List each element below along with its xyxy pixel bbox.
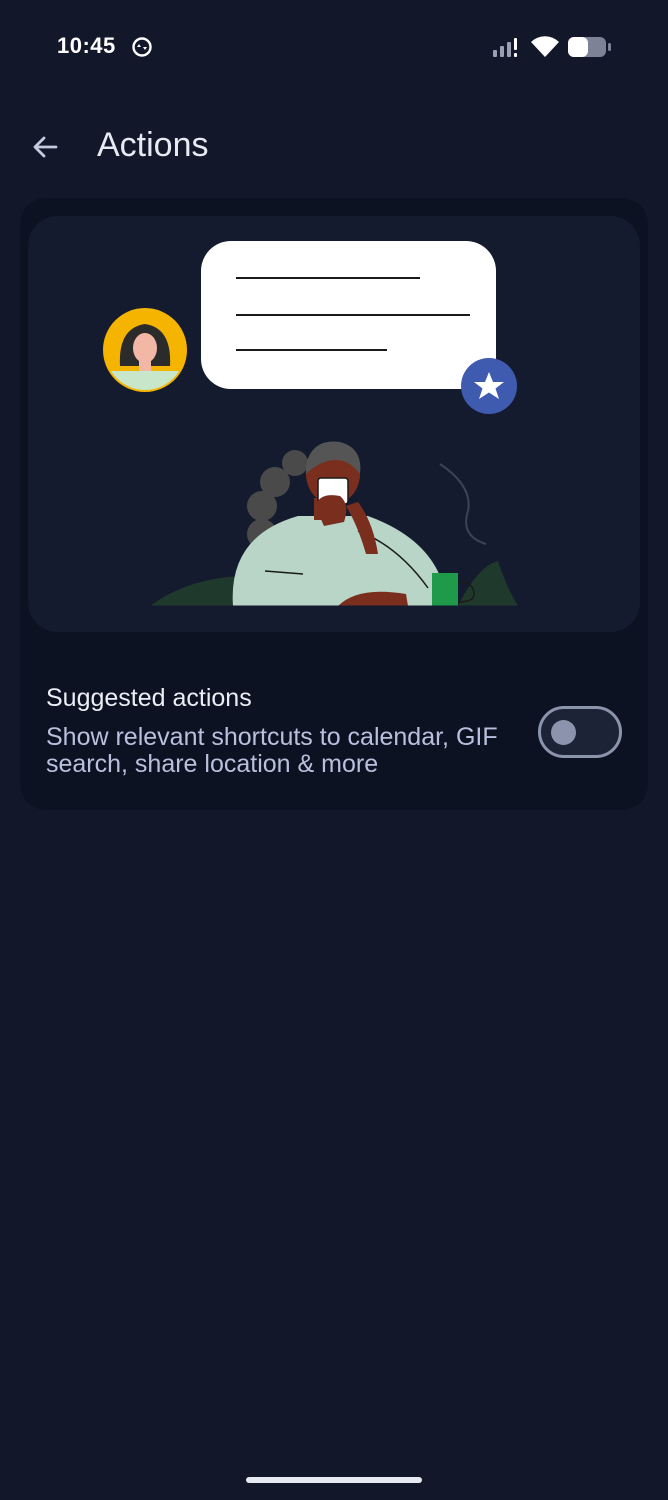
suggested-actions-illustration <box>103 241 528 607</box>
home-indicator[interactable] <box>246 1477 422 1483</box>
suggested-actions-card: Suggested actions Show relevant shortcut… <box>20 198 648 810</box>
sync-icon <box>132 37 152 57</box>
setting-description: Show relevant shortcuts to calendar, GIF… <box>46 723 498 778</box>
back-button[interactable] <box>22 124 68 170</box>
setting-title: Suggested actions <box>46 684 252 712</box>
toggle-thumb <box>551 720 576 745</box>
avatar-icon <box>103 308 187 392</box>
battery-icon <box>568 37 611 57</box>
illustration-panel <box>28 216 640 632</box>
suggested-actions-setting[interactable]: Suggested actions Show relevant shortcut… <box>20 668 648 788</box>
app-bar: Actions <box>0 110 668 182</box>
signal-icon <box>493 38 517 57</box>
chat-bubble <box>201 241 496 389</box>
page-title: Actions <box>97 126 209 164</box>
suggested-actions-toggle[interactable] <box>538 706 622 758</box>
screen: 10:45 Actions Suggested actions Show rel… <box>0 0 668 1500</box>
status-bar: 10:45 <box>0 0 668 96</box>
star-badge-icon <box>461 358 517 414</box>
arrow-back-icon <box>33 136 58 158</box>
wifi-icon <box>531 36 559 57</box>
person-with-phone <box>232 441 440 606</box>
status-time: 10:45 <box>57 33 116 58</box>
